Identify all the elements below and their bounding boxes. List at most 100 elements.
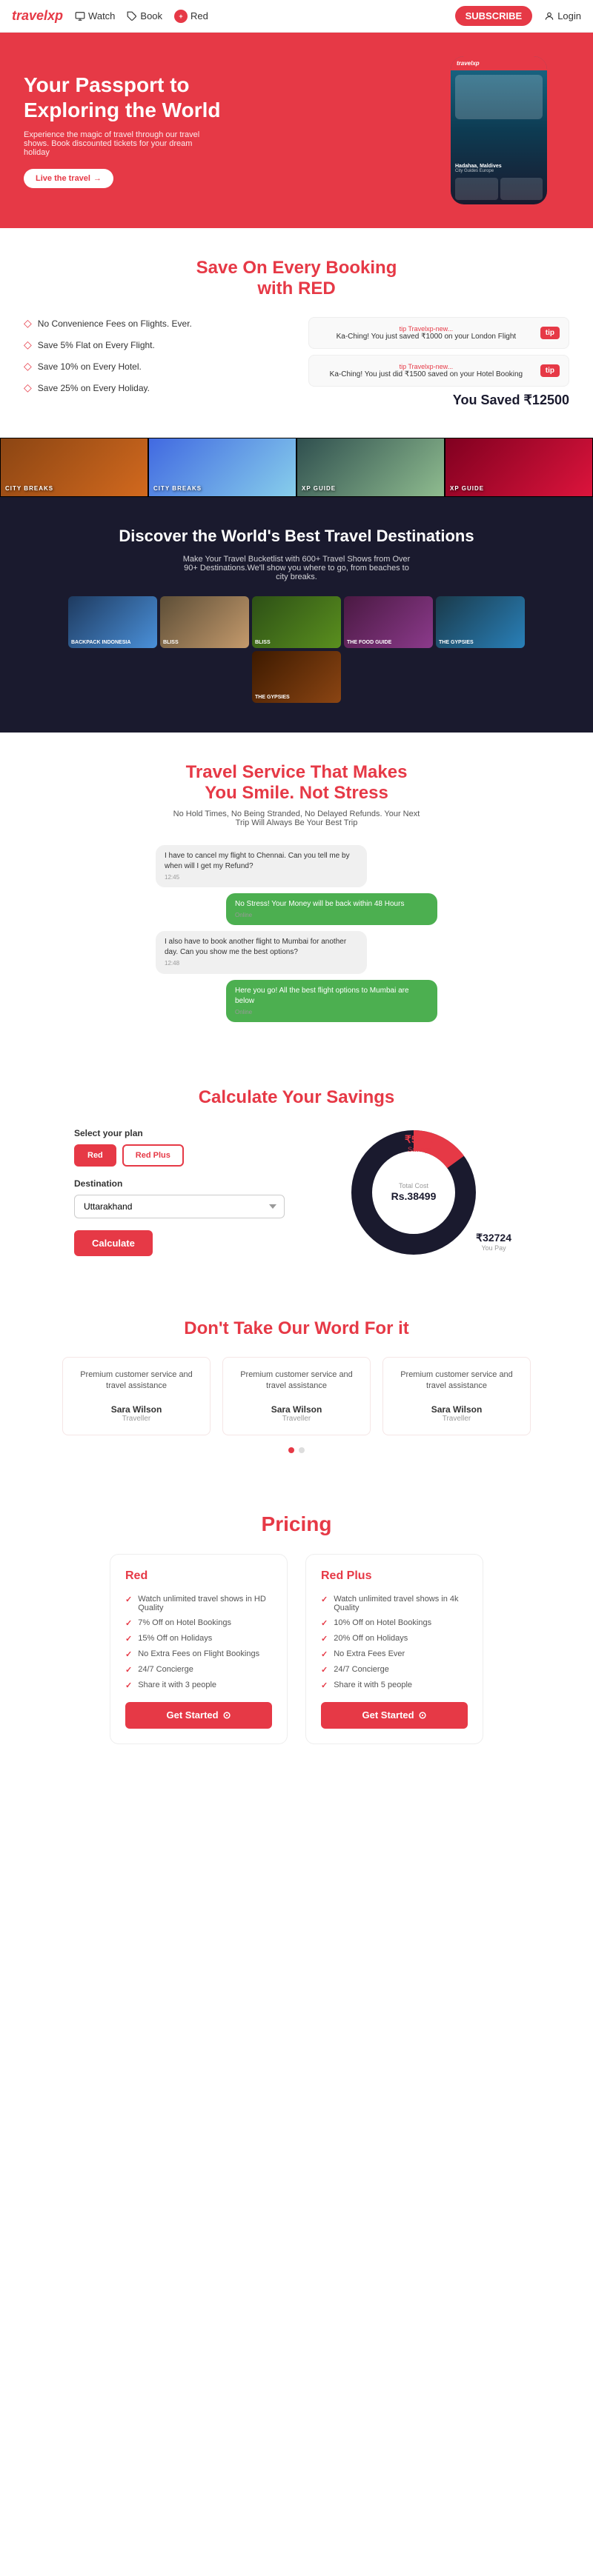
nav-items: Watch Book + Red: [75, 10, 443, 23]
circle-arrow-icon: ⊙: [223, 1709, 231, 1721]
show-thumb-label: The Gypsies: [255, 695, 290, 700]
list-item: ◇ Save 25% on Every Holiday.: [24, 381, 285, 394]
list-item: ◇ No Convenience Fees on Flights. Ever.: [24, 317, 285, 330]
show-item[interactable]: XP Guide: [445, 438, 593, 497]
chat-bubble-1: I have to cancel my flight to Chennai. C…: [156, 845, 367, 887]
discover-heading: Discover the World's Best Travel Destina…: [24, 527, 569, 546]
calculate-button[interactable]: Calculate: [74, 1230, 153, 1256]
phone-top-bar: travelxp: [451, 56, 547, 70]
svg-text:Rs.38499: Rs.38499: [391, 1190, 437, 1202]
nav-book[interactable]: Book: [127, 10, 162, 21]
circle-arrow-icon: ⊙: [419, 1709, 427, 1721]
show-item[interactable]: City Breaks: [148, 438, 296, 497]
show-label: City Breaks: [153, 485, 202, 492]
savings-label: Savings: [405, 1146, 434, 1153]
testimonial-role: Traveller: [75, 1415, 198, 1423]
show-item[interactable]: XP Guide: [296, 438, 445, 497]
subscribe-button[interactable]: SUBSCRIBE: [455, 6, 533, 26]
check-icon: ✓: [321, 1649, 328, 1659]
testimonial-name: Sara Wilson: [75, 1404, 198, 1415]
promo-card-2: tip Travelxp-new... Ka-Ching! You just d…: [308, 355, 569, 387]
feature-6: ✓ Share it with 3 people: [125, 1681, 272, 1690]
plan-name: Red Plus: [321, 1569, 468, 1583]
phone-screen: travelxp Hadahaa, Maldives City Guides E…: [451, 56, 547, 204]
plan-name: Red: [125, 1569, 272, 1583]
nav-red[interactable]: + Red: [174, 10, 208, 23]
svg-text:Total Cost: Total Cost: [399, 1182, 429, 1189]
show-thumb[interactable]: The Gypsies: [252, 651, 341, 703]
check-icon: ✓: [321, 1618, 328, 1628]
carousel-dot-2[interactable]: [299, 1447, 305, 1453]
chat-time: 12:45: [165, 873, 358, 881]
travel-service-section: Travel Service That Makes You Smile. Not…: [0, 733, 593, 1058]
plan-red-button[interactable]: Red: [74, 1144, 116, 1167]
feature-2: ✓ 10% Off on Hotel Bookings: [321, 1618, 468, 1628]
feature-6: ✓ Share it with 5 people: [321, 1681, 468, 1690]
promo-card-1: tip Travelxp-new... Ka-Ching! You just s…: [308, 317, 569, 349]
chat-time: Online: [235, 1008, 428, 1016]
show-thumb-label: Bliss: [255, 640, 271, 645]
navbar: travelxp Watch Book + Red SUBSCRIBE Logi…: [0, 0, 593, 33]
destination-select[interactable]: Uttarakhand Goa Kerala Rajasthan: [74, 1195, 285, 1218]
hero-heading: Your Passport to Exploring the World: [24, 73, 451, 122]
calc-heading: Calculate Your Savings: [24, 1087, 569, 1108]
show-thumb[interactable]: The Food Guide: [344, 596, 433, 648]
check-icon: ✓: [125, 1634, 132, 1644]
chat-bubble-2: No Stress! Your Money will be back withi…: [226, 893, 437, 925]
calc-content: Select your plan Red Red Plus Destinatio…: [74, 1126, 519, 1259]
plan-buttons: Red Red Plus: [74, 1144, 285, 1167]
check-icon: ✓: [125, 1665, 132, 1675]
carousel-dots: [24, 1447, 569, 1453]
testimonial-text: Premium customer service and travel assi…: [395, 1369, 518, 1392]
pricing-card-red: Red ✓ Watch unlimited travel shows in HD…: [110, 1554, 288, 1744]
brand-logo[interactable]: travelxp: [12, 8, 63, 24]
testimonials-grid: Premium customer service and travel assi…: [24, 1357, 569, 1435]
check-icon: ✓: [321, 1681, 328, 1690]
travel-service-heading: Travel Service That Makes You Smile. Not…: [24, 762, 569, 804]
feature-4: ✓ No Extra Fees on Flight Bookings: [125, 1649, 272, 1659]
save-content: ◇ No Convenience Fees on Flights. Ever. …: [24, 317, 569, 408]
show-thumb[interactable]: Bliss: [160, 596, 249, 648]
testimonials-heading: Don't Take Our Word For it: [24, 1318, 569, 1339]
diamond-icon: ◇: [24, 360, 32, 373]
nav-watch[interactable]: Watch: [75, 10, 115, 21]
hero-phone: travelxp Hadahaa, Maldives City Guides E…: [451, 56, 569, 204]
feature-2: ✓ 7% Off on Hotel Bookings: [125, 1618, 272, 1628]
check-icon: ✓: [125, 1618, 132, 1628]
check-icon: ✓: [125, 1649, 132, 1659]
show-thumb[interactable]: Bliss: [252, 596, 341, 648]
show-thumb-label: Backpack Indonesia: [71, 640, 130, 645]
list-item: ◇ Save 5% Flat on Every Flight.: [24, 338, 285, 351]
save-promo: tip Travelxp-new... Ka-Ching! You just s…: [308, 317, 569, 408]
tv-icon: [75, 11, 85, 21]
show-thumb-label: The Food Guide: [347, 640, 391, 645]
nav-login[interactable]: Login: [544, 10, 581, 21]
testimonial-text: Premium customer service and travel assi…: [235, 1369, 358, 1392]
testimonial-card-3: Premium customer service and travel assi…: [382, 1357, 531, 1435]
feature-3: ✓ 15% Off on Holidays: [125, 1634, 272, 1644]
chat-bubble-3: I also have to book another flight to Mu…: [156, 931, 367, 973]
feature-3: ✓ 20% Off on Holidays: [321, 1634, 468, 1644]
plan-red-plus-button[interactable]: Red Plus: [122, 1144, 184, 1167]
testimonial-name: Sara Wilson: [235, 1404, 358, 1415]
pricing-card-red-plus: Red Plus ✓ Watch unlimited travel shows …: [305, 1554, 483, 1744]
diamond-icon: ◇: [24, 381, 32, 394]
show-thumb[interactable]: The Gypsies: [436, 596, 525, 648]
red-badge-icon: +: [174, 10, 188, 23]
calc-form: Select your plan Red Red Plus Destinatio…: [74, 1128, 285, 1256]
show-thumb[interactable]: Backpack Indonesia: [68, 596, 157, 648]
discover-shows-grid: Backpack Indonesia Bliss Bliss The Food …: [24, 596, 569, 703]
testimonials-section: Don't Take Our Word For it Premium custo…: [0, 1289, 593, 1483]
carousel-dot-1[interactable]: [288, 1447, 294, 1453]
saved-amount: You Saved ₹12500: [308, 393, 569, 408]
hero-cta-button[interactable]: Live the travel →: [24, 169, 113, 188]
get-started-red-plus-button[interactable]: Get Started ⊙: [321, 1702, 468, 1729]
user-icon: [544, 11, 554, 21]
check-icon: ✓: [321, 1634, 328, 1644]
donut-container: ₹5775 Savings Total Cost Rs.38499 ₹32724…: [308, 1126, 519, 1259]
pricing-cards: Red ✓ Watch unlimited travel shows in HD…: [24, 1554, 569, 1744]
testimonial-role: Traveller: [235, 1415, 358, 1423]
show-item[interactable]: City Breaks: [0, 438, 148, 497]
pricing-heading: Pricing: [24, 1512, 569, 1536]
get-started-red-button[interactable]: Get Started ⊙: [125, 1702, 272, 1729]
